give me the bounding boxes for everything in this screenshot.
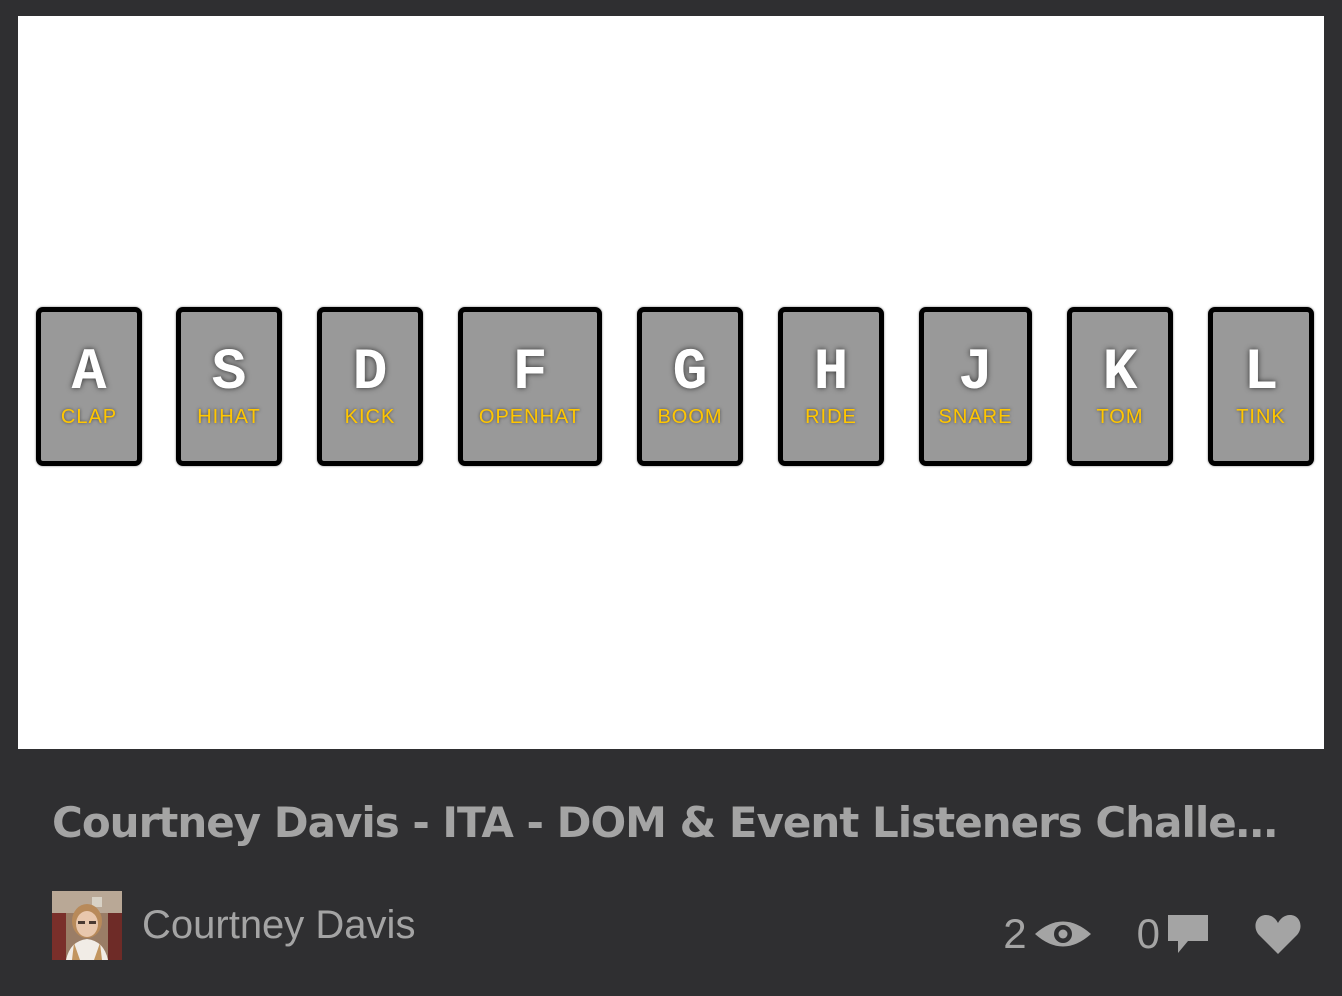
key-sound: RIDE: [805, 406, 857, 428]
key-letter: K: [1102, 341, 1138, 406]
key-a[interactable]: A CLAP: [36, 307, 142, 466]
key-letter: J: [958, 341, 993, 406]
key-d[interactable]: D KICK: [317, 307, 423, 466]
key-sound: SNARE: [938, 406, 1013, 428]
key-k[interactable]: K TOM: [1067, 307, 1173, 466]
key-letter: G: [672, 341, 708, 406]
key-j[interactable]: J SNARE: [919, 307, 1032, 466]
key-letter: L: [1243, 341, 1279, 406]
avatar[interactable]: [52, 891, 122, 960]
key-letter: A: [71, 341, 107, 406]
like-button[interactable]: [1254, 913, 1302, 955]
key-f[interactable]: F OPENHAT: [458, 307, 602, 466]
key-sound: OPENHAT: [478, 406, 582, 428]
key-sound: BOOM: [657, 406, 723, 428]
key-sound: HIHAT: [197, 406, 261, 428]
eye-icon: [1034, 921, 1091, 947]
avatar-image: [52, 891, 122, 960]
key-sound: TINK: [1236, 406, 1286, 428]
views-count: 2: [1003, 910, 1027, 957]
key-letter: S: [211, 341, 247, 406]
comment-icon: [1168, 915, 1208, 953]
key-s[interactable]: S HIHAT: [176, 307, 282, 466]
key-sound: CLAP: [60, 406, 118, 428]
pen-title[interactable]: Courtney Davis - ITA - DOM & Event Liste…: [52, 793, 1292, 853]
key-letter: H: [813, 341, 849, 406]
key-letter: F: [512, 341, 548, 406]
comments-stat[interactable]: 0: [1137, 910, 1210, 958]
pen-stats: 2 0: [1003, 904, 1302, 964]
heart-icon: [1255, 915, 1301, 954]
key-g[interactable]: G BOOM: [637, 307, 743, 466]
pen-preview[interactable]: A CLAP S HIHAT D KICK F OPENHAT G BOOM H…: [18, 16, 1324, 749]
drum-keys: A CLAP S HIHAT D KICK F OPENHAT G BOOM H…: [18, 307, 1324, 466]
key-l[interactable]: L TINK: [1208, 307, 1314, 466]
comments-count: 0: [1136, 910, 1160, 957]
key-letter: D: [352, 341, 388, 406]
key-sound: TOM: [1096, 406, 1144, 428]
key-sound: KICK: [344, 406, 396, 428]
key-h[interactable]: H RIDE: [778, 307, 884, 466]
author-name[interactable]: Courtney Davis: [142, 900, 415, 950]
views-stat[interactable]: 2: [1003, 910, 1092, 958]
